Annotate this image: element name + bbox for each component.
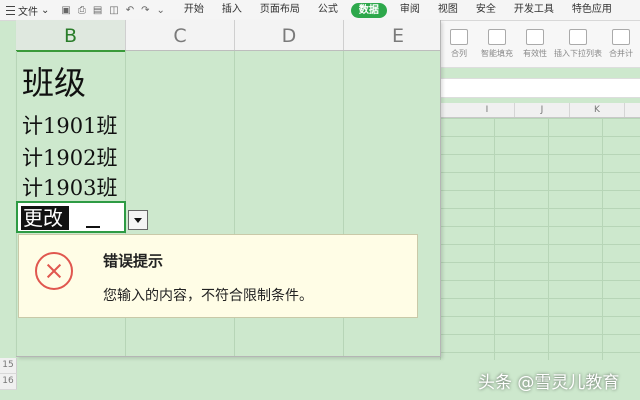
consolidate-icon: [612, 29, 630, 45]
quick-access-toolbar: ▣ ⎙ ▤ ◫ ↶ ↷ ⌄: [61, 5, 165, 16]
split-columns-icon: [450, 29, 468, 45]
dropdown-list-icon: [569, 29, 587, 45]
tab-review[interactable]: 审阅: [391, 0, 429, 20]
background-column-headers: I J K: [440, 103, 640, 118]
consolidate-button[interactable]: 合并计: [602, 21, 640, 67]
tab-security[interactable]: 安全: [467, 0, 505, 20]
tab-home[interactable]: 开始: [175, 0, 213, 20]
data-toolbar: 合列 智能填充 有效性 插入下拉列表 合并计: [440, 21, 640, 68]
customize-icon[interactable]: ⌄: [157, 5, 165, 16]
tab-developer[interactable]: 开发工具: [505, 0, 563, 20]
undo-icon[interactable]: ↶: [126, 5, 134, 16]
column-header-e[interactable]: E: [344, 20, 440, 50]
column-header-k[interactable]: K: [570, 103, 625, 117]
insert-dropdown-list-button[interactable]: 插入下拉列表: [554, 21, 602, 67]
magnified-sheet-view: B C D E 班级 计1901班 计1902班 计1903班 更改 错误提示 …: [16, 20, 441, 357]
column-headers: B C D E: [16, 20, 440, 52]
export-icon[interactable]: ⎙: [78, 5, 86, 16]
error-tooltip: 错误提示 您输入的内容，不符合限制条件。: [18, 234, 418, 318]
selected-input-text[interactable]: 更改: [21, 206, 69, 230]
split-columns-label: 合列: [451, 49, 467, 58]
formula-bar[interactable]: [440, 78, 640, 98]
validation-label: 有效性: [523, 49, 547, 58]
save-icon[interactable]: ▣: [61, 5, 70, 16]
preview-icon[interactable]: ◫: [109, 5, 118, 16]
tab-special[interactable]: 特色应用: [563, 0, 621, 20]
consolidate-label: 合并计: [609, 49, 633, 58]
dropdown-arrow-button[interactable]: [128, 210, 148, 230]
cell-b-row-2[interactable]: 计1902班: [22, 142, 117, 172]
file-menu-label: 文件: [18, 6, 38, 18]
print-icon[interactable]: ▤: [93, 5, 102, 16]
ribbon-tab-bar: 文件 ⌄ ▣ ⎙ ▤ ◫ ↶ ↷ ⌄ 开始 插入 页面布局 公式 数据 审阅 视…: [0, 0, 640, 21]
file-menu-button[interactable]: 文件 ⌄: [0, 0, 55, 20]
column-header-j[interactable]: J: [515, 103, 570, 117]
tab-formulas[interactable]: 公式: [309, 0, 347, 20]
column-header-c[interactable]: C: [126, 20, 235, 50]
tab-view[interactable]: 视图: [429, 0, 467, 20]
cell-b-header[interactable]: 班级: [22, 58, 86, 104]
text-cursor: [86, 226, 100, 228]
tab-page-layout[interactable]: 页面布局: [251, 0, 309, 20]
row-header-16[interactable]: 16: [0, 374, 17, 390]
cell-b-row-3[interactable]: 计1903班: [22, 172, 117, 202]
split-columns-button[interactable]: 合列: [440, 21, 478, 67]
menu-icon: [6, 5, 15, 15]
cell-b-row-1[interactable]: 计1901班: [22, 110, 117, 140]
smart-fill-button[interactable]: 智能填充: [478, 21, 516, 67]
row-header-15[interactable]: 15: [0, 358, 17, 374]
background-grid[interactable]: [440, 118, 640, 360]
redo-icon[interactable]: ↷: [141, 5, 149, 16]
error-x-icon: [35, 252, 73, 290]
error-message: 您输入的内容，不符合限制条件。: [103, 288, 313, 304]
tab-insert[interactable]: 插入: [213, 0, 251, 20]
active-cell-editor[interactable]: 更改: [16, 201, 126, 233]
column-header-i[interactable]: I: [460, 103, 515, 117]
tab-data[interactable]: 数据: [350, 2, 387, 18]
column-header-b[interactable]: B: [16, 20, 126, 52]
column-header-d[interactable]: D: [235, 20, 344, 50]
watermark: 头条 @雪灵儿教育: [478, 373, 620, 393]
validation-icon: [526, 29, 544, 45]
smart-fill-label: 智能填充: [481, 49, 513, 58]
error-title: 错误提示: [103, 252, 164, 270]
smart-fill-icon: [488, 29, 506, 45]
chevron-down-icon: ⌄: [41, 4, 50, 16]
insert-dropdown-list-label: 插入下拉列表: [554, 49, 602, 58]
validation-button[interactable]: 有效性: [516, 21, 554, 67]
